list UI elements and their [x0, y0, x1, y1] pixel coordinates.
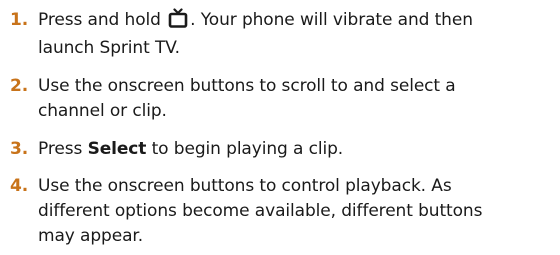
- step-text: Use the onscreen buttons to scroll to an…: [38, 76, 456, 96]
- step-number: 1.: [10, 10, 29, 30]
- step-text: Press and hold: [38, 10, 161, 30]
- step-number: 3.: [10, 139, 29, 159]
- step-text: may appear.: [38, 226, 144, 246]
- step-text: launch Sprint TV.: [38, 38, 180, 58]
- step-4: 4. Use the onscreen buttons to control p…: [0, 174, 560, 249]
- step-3: 3. Press Select to begin playing a clip.: [0, 137, 560, 162]
- instruction-steps: 1. Press and hold . Your phone will vibr…: [0, 0, 560, 249]
- step-number: 2.: [10, 76, 29, 96]
- step-text: different options become available, diff…: [38, 201, 483, 221]
- step-text: Use the onscreen buttons to control play…: [38, 176, 452, 196]
- tv-icon: [168, 8, 188, 36]
- step-text: to begin playing a clip.: [151, 139, 344, 159]
- step-number: 4.: [10, 176, 29, 196]
- select-key-label: Select: [87, 139, 147, 159]
- step-text: Press: [38, 139, 83, 159]
- step-text: . Your phone will vibrate and then: [190, 10, 473, 30]
- step-2: 2. Use the onscreen buttons to scroll to…: [0, 74, 560, 124]
- step-1: 1. Press and hold . Your phone will vibr…: [0, 8, 560, 61]
- step-text: channel or clip.: [38, 101, 167, 121]
